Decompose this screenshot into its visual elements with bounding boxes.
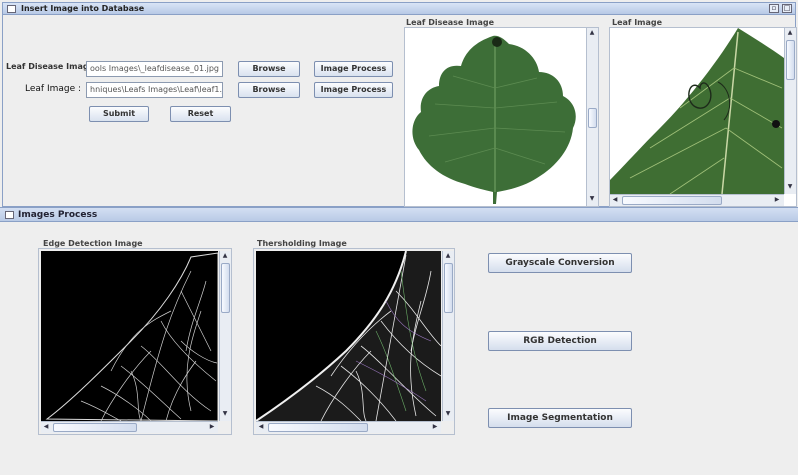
grayscale-conversion-button[interactable]: Grayscale Conversion — [488, 253, 632, 273]
scroll-left-arrow-icon[interactable]: ◀ — [256, 422, 266, 432]
scroll-up-arrow-icon[interactable]: ▲ — [785, 28, 795, 38]
edge-detection-panel: ▲ ▼ ◀ ▶ — [38, 248, 232, 435]
scroll-up-arrow-icon[interactable]: ▲ — [220, 251, 230, 261]
edge-hscroll[interactable]: ◀ ▶ — [41, 421, 218, 433]
window-title: Insert Image into Database — [21, 4, 145, 13]
scroll-down-arrow-icon[interactable]: ▼ — [220, 409, 230, 419]
leaf-image-label: Leaf Image : — [25, 84, 82, 94]
threshold-vscroll[interactable]: ▲ ▼ — [442, 251, 454, 421]
scroll-right-arrow-icon[interactable]: ▶ — [430, 422, 440, 432]
browse-disease-button[interactable]: Browse — [238, 61, 300, 77]
frame-title-bar: Insert Image into Database ▫ □ — [3, 3, 795, 15]
scroll-thumb[interactable] — [53, 423, 137, 432]
leaf-disease-image — [405, 28, 586, 206]
frame-icon — [5, 211, 14, 219]
scroll-right-arrow-icon[interactable]: ▶ — [772, 195, 782, 205]
maximize-icon[interactable]: □ — [782, 4, 792, 13]
image-segmentation-button[interactable]: Image Segmentation — [488, 408, 632, 428]
scroll-up-arrow-icon[interactable]: ▲ — [443, 251, 453, 261]
rgb-detection-button[interactable]: RGB Detection — [488, 331, 632, 351]
leaf-disease-image-title: Leaf Disease Image — [406, 18, 494, 27]
threshold-hscroll[interactable]: ◀ ▶ — [256, 421, 441, 433]
submit-button[interactable]: Submit — [89, 106, 149, 122]
edge-vscroll[interactable]: ▲ ▼ — [219, 251, 231, 421]
leaf-image-hscroll[interactable]: ◀ ▶ — [610, 194, 784, 206]
images-process-frame: Images Process Edge Detection Image ▲ ▼ … — [0, 207, 798, 475]
window-icon — [7, 5, 16, 13]
insert-image-frame: Insert Image into Database ▫ □ Leaf Dise… — [2, 2, 797, 207]
browse-leaf-button[interactable]: Browse — [238, 82, 300, 98]
scroll-left-arrow-icon[interactable]: ◀ — [610, 195, 620, 205]
leaf-disease-path-field[interactable]: ools Images\_leafdisease_01.jpg — [86, 61, 223, 77]
image-process-leaf-button[interactable]: Image Process — [314, 82, 393, 98]
leaf-image-title: Leaf Image — [612, 18, 663, 27]
edge-detection-title: Edge Detection Image — [43, 239, 143, 248]
scroll-thumb[interactable] — [444, 263, 453, 313]
scroll-thumb[interactable] — [221, 263, 230, 313]
scroll-down-arrow-icon[interactable]: ▼ — [443, 409, 453, 419]
edge-detection-image — [41, 251, 218, 421]
leaf-image-vscroll[interactable]: ▲ ▼ — [784, 28, 796, 194]
thresholding-title: Thersholding Image — [257, 239, 347, 248]
reset-button[interactable]: Reset — [170, 106, 231, 122]
scroll-down-arrow-icon[interactable]: ▼ — [587, 194, 597, 204]
scroll-thumb[interactable] — [588, 108, 597, 128]
scroll-thumb[interactable] — [622, 196, 722, 205]
leaf-image-panel: ▲ ▼ ◀ ▶ — [609, 27, 797, 207]
thresholding-panel: ▲ ▼ ◀ ▶ — [253, 248, 455, 435]
minimize-icon[interactable]: ▫ — [769, 4, 779, 13]
leaf-image-path-field[interactable]: hniques\Leafs Images\Leaf\leaf1.jpg — [86, 82, 223, 98]
thresholding-image — [256, 251, 441, 421]
scroll-down-arrow-icon[interactable]: ▼ — [785, 182, 795, 192]
leaf-disease-image-label: Leaf Disease Image — [6, 62, 94, 71]
image-process-disease-button[interactable]: Image Process — [314, 61, 393, 77]
scroll-right-arrow-icon[interactable]: ▶ — [207, 422, 217, 432]
scroll-thumb[interactable] — [268, 423, 368, 432]
scroll-up-arrow-icon[interactable]: ▲ — [587, 28, 597, 38]
disease-image-vscroll[interactable]: ▲ ▼ — [586, 28, 598, 206]
leaf-disease-image-panel: ▲ ▼ — [404, 27, 599, 207]
images-process-bar: Images Process — [0, 207, 798, 222]
images-process-title: Images Process — [18, 210, 98, 220]
scroll-thumb[interactable] — [786, 40, 795, 80]
scroll-left-arrow-icon[interactable]: ◀ — [41, 422, 51, 432]
leaf-image — [610, 28, 784, 194]
